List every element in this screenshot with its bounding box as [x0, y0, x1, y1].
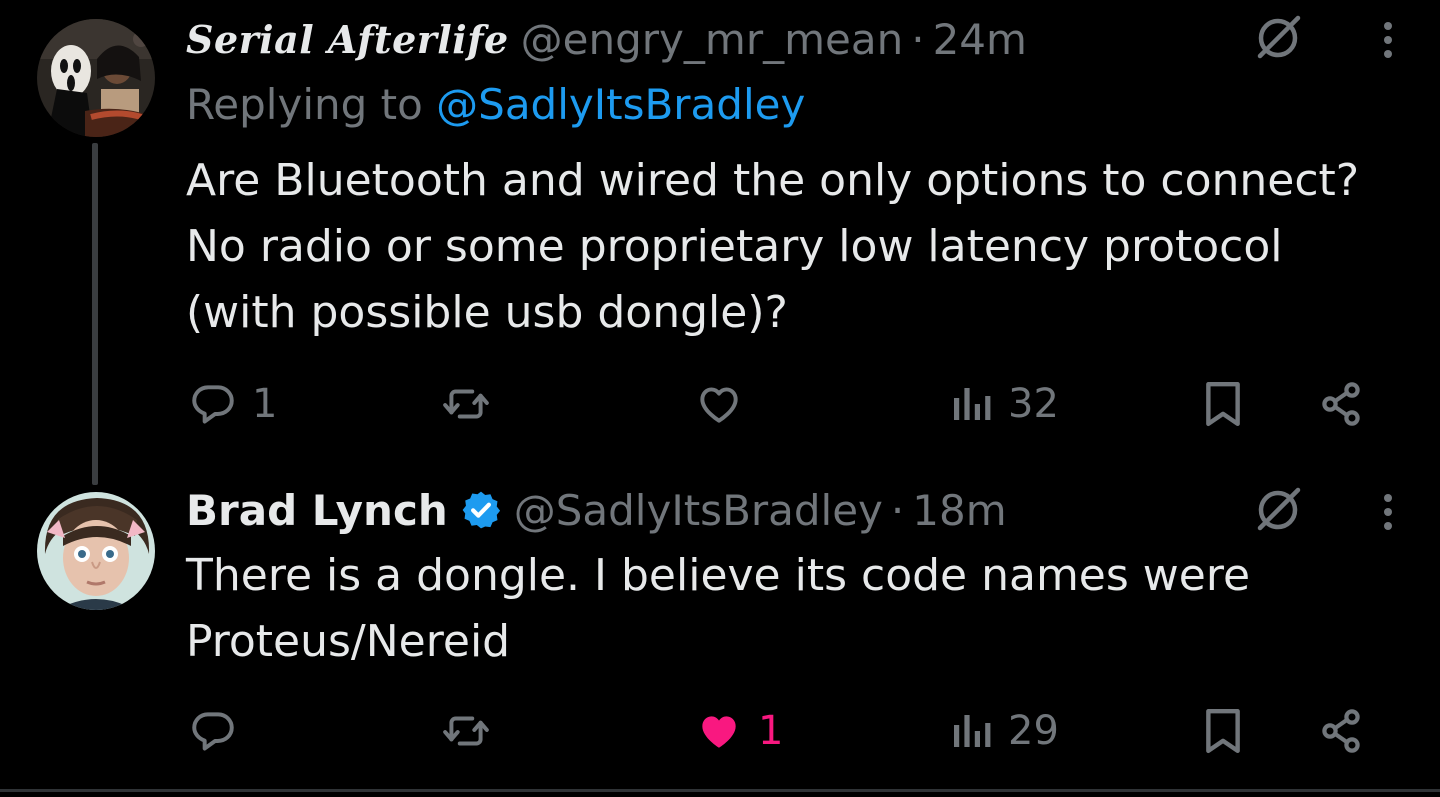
- share-icon: [1318, 380, 1366, 428]
- heart-filled-icon: [694, 706, 744, 756]
- verified-badge-icon[interactable]: [460, 489, 502, 531]
- thread-connector-line: [92, 143, 98, 485]
- more-icon[interactable]: [1376, 10, 1400, 70]
- bookmark-button[interactable]: [1200, 374, 1246, 434]
- tweet-text: There is a dongle. I believe its code na…: [186, 550, 1251, 667]
- display-name[interactable]: Brad Lynch: [186, 486, 448, 535]
- avatar-image: [37, 19, 155, 137]
- reply-button[interactable]: 1: [188, 374, 277, 434]
- divider: [0, 789, 1440, 792]
- avatar[interactable]: [37, 19, 155, 137]
- reply-button[interactable]: [188, 701, 252, 761]
- share-button[interactable]: [1318, 374, 1366, 434]
- retweet-icon: [440, 379, 492, 429]
- avatar-image: [37, 492, 155, 610]
- views-button[interactable]: 32: [950, 374, 1059, 434]
- views-button[interactable]: 29: [950, 701, 1059, 761]
- reply-icon: [188, 379, 238, 429]
- replying-to: Replying to @SadlyItsBradley: [186, 80, 805, 129]
- tweet-text: Are Bluetooth and wired the only options…: [186, 155, 1360, 338]
- like-button[interactable]: [694, 374, 758, 434]
- reply-icon: [188, 706, 238, 756]
- like-count: 1: [758, 708, 784, 754]
- grok-icon[interactable]: [1250, 482, 1306, 542]
- views-icon: [950, 379, 994, 429]
- avatar[interactable]: [37, 492, 155, 610]
- tweet-top-actions: [1250, 482, 1400, 542]
- tweet-header: Brad Lynch @SadlyItsBradley · 18m: [186, 485, 1007, 535]
- display-name[interactable]: Serial Afterlife: [186, 17, 509, 62]
- share-button[interactable]: [1318, 701, 1366, 761]
- retweet-icon: [440, 706, 492, 756]
- timestamp[interactable]: 18m: [912, 486, 1006, 535]
- timestamp[interactable]: 24m: [933, 15, 1027, 64]
- share-icon: [1318, 707, 1366, 755]
- like-button[interactable]: 1: [694, 701, 783, 761]
- more-icon[interactable]: [1376, 482, 1400, 542]
- tweet-actions: 1 32: [186, 374, 1376, 434]
- tweet[interactable]: Serial Afterlife @engry_mr_mean · 24m Re…: [0, 0, 1440, 485]
- views-count: 29: [1008, 708, 1059, 754]
- handle[interactable]: @engry_mr_mean: [521, 15, 904, 64]
- bookmark-icon: [1200, 378, 1246, 430]
- retweet-button[interactable]: [440, 701, 506, 761]
- tweet-top-actions: [1250, 10, 1400, 70]
- tweet-actions: 1 29: [186, 701, 1376, 761]
- bookmark-icon: [1200, 705, 1246, 757]
- retweet-button[interactable]: [440, 374, 506, 434]
- separator-dot: ·: [890, 485, 905, 535]
- replying-to-label: Replying to: [186, 80, 423, 129]
- tweet[interactable]: Brad Lynch @SadlyItsBradley · 18m There: [0, 475, 1440, 791]
- tweet-header: Serial Afterlife @engry_mr_mean · 24m: [186, 14, 1027, 64]
- bookmark-button[interactable]: [1200, 701, 1246, 761]
- handle[interactable]: @SadlyItsBradley: [514, 486, 883, 535]
- separator-dot: ·: [911, 14, 925, 64]
- views-count: 32: [1008, 381, 1059, 427]
- reply-count: 1: [252, 381, 278, 427]
- views-icon: [950, 706, 994, 756]
- grok-icon[interactable]: [1250, 10, 1306, 70]
- replying-to-mention[interactable]: @SadlyItsBradley: [436, 80, 805, 129]
- heart-icon: [694, 379, 744, 429]
